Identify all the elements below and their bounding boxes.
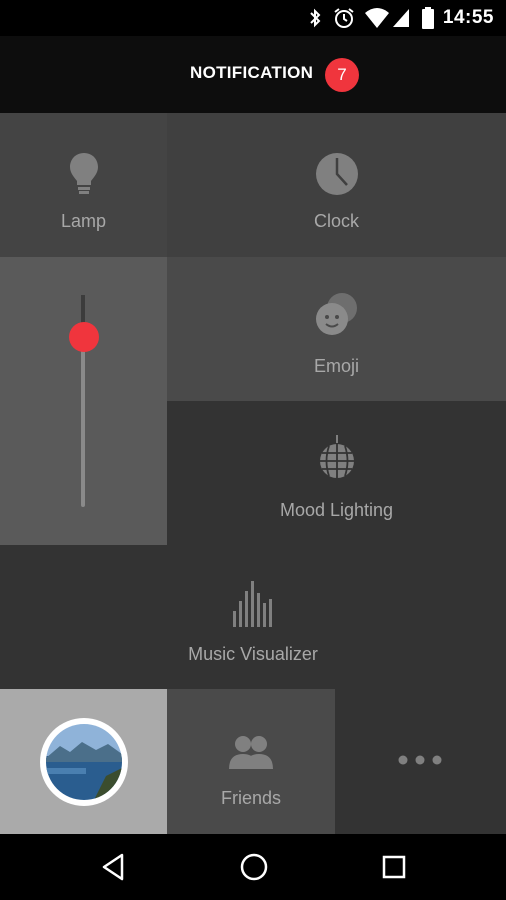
people-icon: [229, 736, 273, 769]
tile-friends[interactable]: Friends: [167, 689, 335, 834]
wifi-icon: [365, 8, 389, 28]
clock-icon: [316, 153, 358, 195]
friends-label: Friends: [220, 788, 282, 808]
home-icon[interactable]: [239, 852, 269, 882]
mood-lighting-label: Mood Lighting: [279, 500, 394, 520]
tile-profile[interactable]: [0, 689, 167, 834]
more-dots-icon: [398, 755, 442, 765]
bluetooth-icon: [310, 8, 321, 28]
tile-mood-lighting[interactable]: Mood Lighting: [167, 401, 506, 545]
notification-badge: 7: [325, 58, 359, 92]
avatar[interactable]: [40, 718, 128, 806]
tile-music-visualizer[interactable]: Music Visualizer: [0, 545, 506, 689]
tile-clock[interactable]: Clock: [167, 113, 506, 257]
status-time: 14:55: [442, 7, 494, 28]
disco-ball-icon: [320, 435, 354, 478]
tile-brightness-slider[interactable]: [0, 257, 167, 545]
header-title: NOTIFICATION: [190, 63, 314, 82]
navigation-bar: [0, 834, 506, 900]
clock-label: Clock: [313, 211, 359, 231]
notification-header[interactable]: NOTIFICATION 7: [0, 36, 506, 113]
tile-lamp[interactable]: Lamp: [0, 113, 167, 257]
slider-thumb[interactable]: [69, 322, 99, 353]
status-bar: 14:55: [0, 0, 506, 36]
emoji-icon: [316, 293, 357, 335]
avatar-landscape-image: [46, 724, 122, 800]
recents-icon[interactable]: [380, 853, 408, 881]
lamp-label: Lamp: [60, 211, 107, 231]
back-icon[interactable]: [100, 852, 126, 882]
emoji-label: Emoji: [313, 356, 359, 376]
alarm-icon: [334, 8, 354, 28]
signal-icon: [393, 9, 409, 27]
battery-icon: [422, 7, 434, 29]
equalizer-bars-icon: [233, 581, 272, 627]
lightbulb-icon: [70, 153, 98, 194]
tile-emoji[interactable]: Emoji: [167, 257, 506, 401]
tile-more[interactable]: [335, 689, 506, 834]
music-visualizer-label: Music Visualizer: [188, 644, 318, 664]
